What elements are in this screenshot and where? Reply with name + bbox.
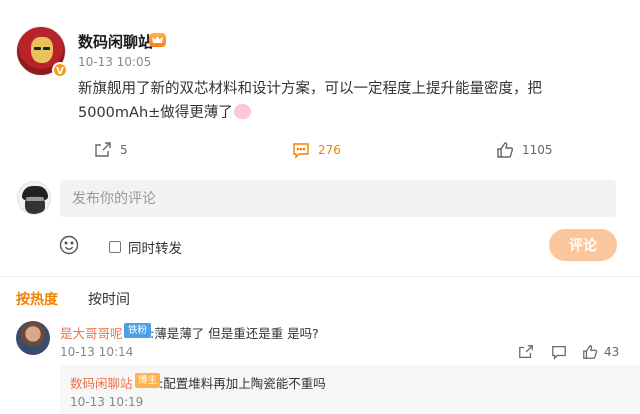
author-name[interactable]: 数码闲聊站: [78, 31, 153, 52]
comment-like-button[interactable]: 43: [582, 344, 619, 360]
bunny-emoji-icon: [233, 104, 251, 119]
reply-icon: [552, 346, 566, 360]
emoji-button[interactable]: [59, 235, 79, 255]
comment-button[interactable]: 276: [292, 141, 341, 159]
post-body: 新旗舰用了新的双芯材料和设计方案，可以一定程度上提升能量密度，把5000mAh±…: [78, 77, 623, 125]
post-text: 新旗舰用了新的双芯材料和设计方案，可以一定程度上提升能量密度，把5000mAh±…: [78, 81, 542, 121]
comment-reply-button[interactable]: [551, 344, 567, 360]
like-count: 1105: [522, 143, 553, 157]
repost-label: 同时转发: [128, 241, 182, 257]
comment-count: 276: [318, 143, 341, 157]
my-avatar[interactable]: [17, 181, 51, 215]
thumbs-up-icon: [497, 142, 514, 158]
repost-checkbox[interactable]: 同时转发: [109, 237, 182, 257]
tab-sort-time[interactable]: 按时间: [88, 289, 130, 309]
comment-icon: [293, 143, 309, 159]
ironman-mask: [31, 37, 53, 63]
submit-comment-button[interactable]: 评论: [549, 229, 617, 261]
thumbs-up-icon: [583, 345, 598, 359]
reply-author-name[interactable]: 数码闲聊站: [70, 373, 133, 392]
share-icon: [95, 142, 111, 157]
comment-input[interactable]: [60, 180, 616, 217]
avatar-eye-left: [34, 47, 41, 50]
comment-time: 10-13 10:14: [60, 345, 134, 359]
commenter-name[interactable]: 是大哥哥呢: [60, 323, 123, 342]
comment-text-content: 薄是薄了 但是重还是重 是吗?: [154, 326, 319, 341]
reply-text-content: 配置堆料再加上陶瓷能不重吗: [163, 376, 326, 391]
comment-text: :薄是薄了 但是重还是重 是吗?: [150, 326, 319, 341]
comment-share-button[interactable]: [518, 344, 534, 360]
blogger-badge: 博主: [135, 373, 161, 388]
share-button[interactable]: 5: [94, 141, 128, 159]
comment-like-count: 43: [604, 345, 620, 359]
share-icon: [519, 345, 533, 358]
like-button[interactable]: 1105: [496, 141, 553, 159]
commenter-avatar[interactable]: [16, 321, 50, 355]
reply-time: 10-13 10:19: [70, 395, 144, 409]
fan-badge: 铁粉: [124, 323, 152, 338]
divider: [0, 276, 640, 277]
avatar-eye-right: [43, 47, 50, 50]
reply-text: :配置堆料再加上陶瓷能不重吗: [159, 376, 326, 391]
vip-icon: [149, 33, 166, 47]
post-time[interactable]: 10-13 10:05: [78, 55, 151, 69]
verified-badge: V: [52, 62, 68, 78]
tab-sort-hot[interactable]: 按热度: [16, 289, 58, 309]
emoji-icon: [59, 235, 79, 255]
checkbox-box[interactable]: [109, 241, 121, 253]
avatar-glasses: [26, 197, 44, 201]
share-count: 5: [120, 143, 128, 157]
